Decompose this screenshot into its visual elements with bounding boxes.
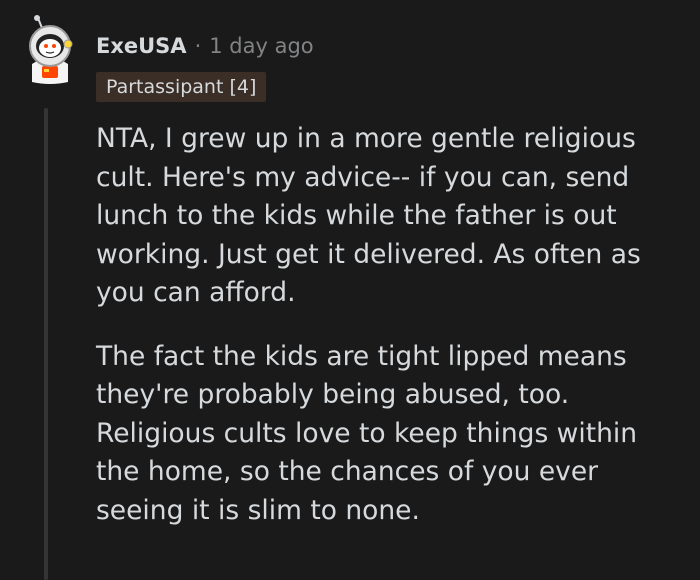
comment-timestamp[interactable]: 1 day ago [209, 34, 313, 58]
comment-meta: ExeUSA · 1 day ago [96, 30, 314, 62]
astronaut-avatar-icon [29, 15, 73, 84]
comment-paragraph: The fact the kids are tight lipped means… [96, 340, 638, 526]
author-username[interactable]: ExeUSA [96, 34, 187, 58]
comment-paragraph: NTA, I grew up in a more gentle religiou… [96, 123, 641, 308]
user-avatar[interactable] [18, 14, 82, 86]
user-flair: Partassipant [4] [96, 72, 267, 102]
meta-separator: · [194, 34, 202, 58]
comment: ExeUSA · 1 day ago Partassipant [4] NTA,… [0, 0, 700, 580]
thread-collapse-line[interactable] [44, 108, 48, 580]
comment-body: NTA, I grew up in a more gentle religiou… [96, 120, 681, 555]
